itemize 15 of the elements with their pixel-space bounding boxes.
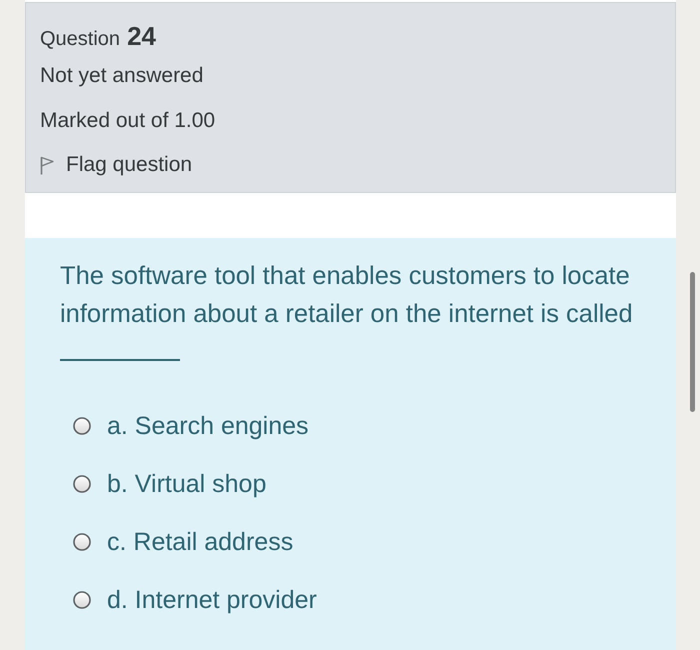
answer-option[interactable]: d. Internet provider xyxy=(107,585,317,615)
scrollbar[interactable] xyxy=(690,272,694,412)
question-number: 24 xyxy=(127,20,156,53)
answer-option[interactable]: c. Retail address xyxy=(107,527,294,557)
flag-question-link[interactable]: Flag question xyxy=(66,151,192,179)
question-text: The software tool that enables customers to locate information about a retailer on the internet is called xyxy=(60,261,634,330)
marks-text: Marked out of 1.00 xyxy=(40,108,216,134)
radio-button[interactable] xyxy=(73,475,91,493)
radio-button[interactable] xyxy=(73,417,91,435)
answer-status: Not yet answered xyxy=(40,63,204,89)
question-label: Question xyxy=(40,27,120,52)
answer-option[interactable]: b. Virtual shop xyxy=(107,469,266,499)
radio-button[interactable] xyxy=(73,591,91,609)
radio-button[interactable] xyxy=(73,533,91,551)
answer-option[interactable]: a. Search engines xyxy=(107,411,309,441)
